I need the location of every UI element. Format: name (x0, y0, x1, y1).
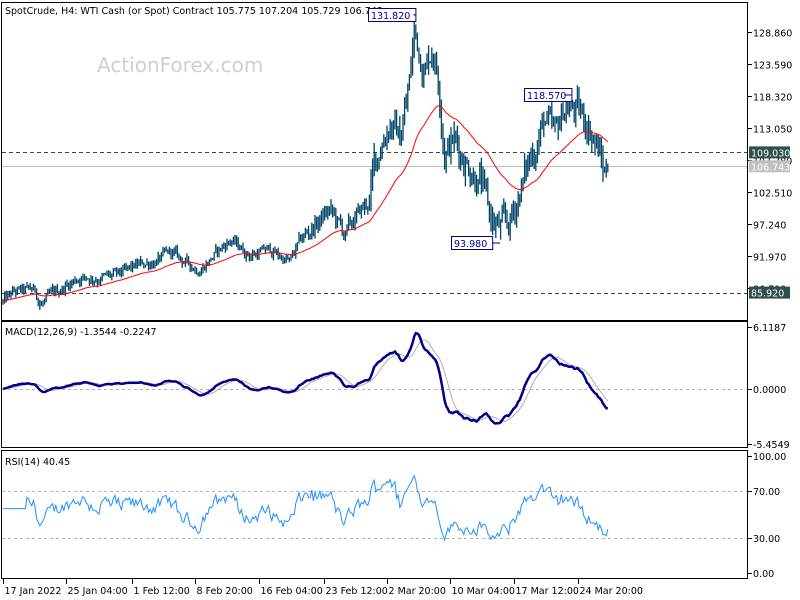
x-tick-label: 2 Mar 20:00 (389, 586, 446, 597)
y-tick-label: 102.510 (753, 189, 792, 200)
rsi-y-tick-label: 70.00 (753, 487, 780, 498)
x-tick-label: 23 Feb 12:00 (326, 586, 388, 597)
macd-y-tick-label: 6.1187 (753, 323, 786, 334)
watermark: ActionForex.com (97, 53, 263, 77)
x-tick-label: 16 Feb 04:00 (261, 586, 323, 597)
level-label: 85.920 (751, 289, 784, 300)
x-tick-label: 10 Mar 04:00 (452, 586, 515, 597)
price-annotation-label: 118.570 (527, 91, 566, 102)
rsi-y-tick-label: 100.00 (753, 452, 786, 463)
y-tick-label: 123.590 (753, 61, 792, 72)
x-tick-label: 8 Feb 20:00 (197, 586, 253, 597)
x-tick-label: 24 Mar 20:00 (580, 586, 643, 597)
x-tick-label: 17 Jan 2022 (5, 586, 62, 597)
price-annotation-label: 131.820 (371, 11, 410, 22)
macd-y-tick-label: -5.4549 (753, 440, 790, 451)
y-tick-label: 118.320 (753, 93, 792, 104)
price-annotation-connector (564, 94, 572, 96)
x-tick-label: 17 Mar 12:00 (516, 586, 579, 597)
y-tick-label: 113.050 (753, 125, 792, 136)
y-tick-label: 97.240 (753, 221, 786, 232)
x-tick-label: 25 Jan 04:00 (68, 586, 128, 597)
trading-chart[interactable]: ActionForex.com SpotCrude, H4: WTI Cash … (0, 0, 800, 600)
rsi-title: RSI(14) 40.45 (5, 457, 70, 468)
rsi-y-tick-label: 30.00 (753, 534, 780, 545)
price-annotation-label: 93.980 (454, 239, 487, 250)
rsi-y-tick-label: 0.00 (753, 569, 774, 580)
y-tick-label: 91.970 (753, 253, 786, 264)
level-label: 109.030 (751, 148, 790, 159)
price-annotation-connector (492, 242, 500, 244)
macd-main-line (2, 331, 609, 425)
symbol-info: SpotCrude, H4: WTI Cash (or Spot) Contra… (5, 6, 383, 17)
rsi-panel-frame (1, 450, 748, 579)
macd-y-tick-label: 0.0000 (753, 385, 786, 396)
rsi-line (3, 474, 609, 542)
current-price-label: 106.743 (751, 162, 790, 173)
y-tick-label: 128.860 (753, 29, 792, 40)
x-tick-label: 1 Feb 12:00 (134, 586, 190, 597)
macd-title: MACD(12,26,9) -1.3544 -0.2247 (5, 327, 157, 338)
